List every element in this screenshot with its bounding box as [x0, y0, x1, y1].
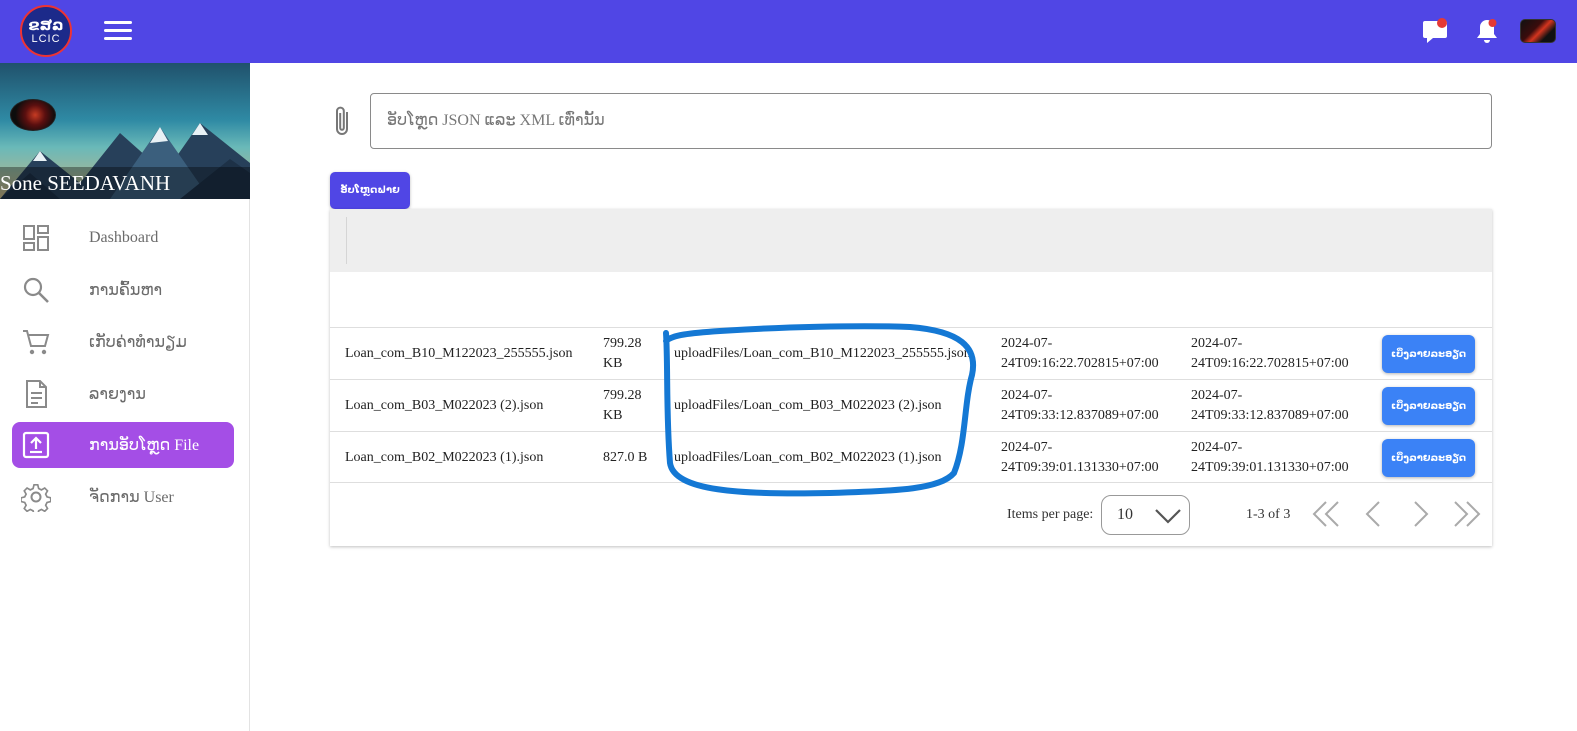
uploaded-files-table: Loan_com_B10_M122023_255555.json 799.28 … — [330, 209, 1492, 546]
file-path-cell: uploadFiles/Loan_com_B02_M022023 (1).jso… — [674, 450, 942, 465]
sidebar-item-user-management[interactable]: ຈັດການ User — [12, 474, 234, 520]
document-icon — [26, 380, 47, 408]
header-divider — [346, 217, 347, 264]
dashboard-icon — [23, 225, 49, 251]
file-size-cell: 799.28 KB — [603, 336, 642, 371]
top-bar: ຂສລ LCIC — [0, 0, 1577, 63]
next-page-icon[interactable] — [1403, 497, 1437, 531]
table-row: Loan_com_B02_M022023 (1).json 827.0 B up… — [330, 431, 1492, 483]
upload-file-input[interactable] — [370, 93, 1492, 149]
table-row: Loan_com_B10_M122023_255555.json 799.28 … — [330, 327, 1492, 379]
profile-banner: Sone SEEDAVANH — [0, 63, 250, 199]
file-size-cell: 799.28 KB — [603, 388, 642, 423]
file-name-cell: Loan_com_B10_M122023_255555.json — [345, 346, 573, 361]
view-details-button[interactable]: ເບິ່ງລາຍລະອຽດ — [1382, 387, 1475, 425]
menu-icon[interactable] — [104, 19, 134, 43]
chat-icon[interactable] — [1422, 17, 1450, 45]
file-size-cell: 827.0 B — [603, 450, 648, 465]
first-page-icon[interactable] — [1310, 497, 1344, 531]
sidebar-item-label: ເກັບຄ່າທຳນຽມ — [89, 334, 187, 351]
updated-at-cell: 2024-07-24T09:16:22.702815+07:00 — [1191, 336, 1349, 371]
upload-icon — [22, 431, 50, 459]
table-header — [330, 209, 1492, 272]
sidebar-item-fees[interactable]: ເກັບຄ່າທຳນຽມ — [12, 319, 234, 365]
last-page-icon[interactable] — [1449, 497, 1483, 531]
paperclip-icon[interactable] — [330, 104, 356, 138]
updated-at-cell: 2024-07-24T09:39:01.131330+07:00 — [1191, 440, 1349, 475]
paginator: Items per page: 10 1-3 of 3 — [330, 483, 1492, 546]
created-at-cell: 2024-07-24T09:33:12.837089+07:00 — [1001, 388, 1159, 423]
sidebar-item-label: Dashboard — [89, 229, 159, 246]
logo-latin-text: LCIC — [31, 32, 61, 45]
sidebar-item-upload-file[interactable]: ການອັບໂຫຼດ File — [12, 422, 234, 468]
page-range-label: 1-3 of 3 — [1246, 507, 1291, 522]
logo-lao-text: ຂສລ — [28, 15, 64, 34]
file-name-cell: Loan_com_B02_M022023 (1).json — [345, 450, 544, 465]
user-avatar[interactable] — [1520, 19, 1556, 43]
file-path-cell: uploadFiles/Loan_com_B03_M022023 (2).jso… — [674, 398, 942, 413]
sidebar-item-label: ການອັບໂຫຼດ File — [89, 437, 200, 454]
table-row: Loan_com_B03_M022023 (2).json 799.28 KB … — [330, 379, 1492, 431]
file-name-cell: Loan_com_B03_M022023 (2).json — [345, 398, 544, 413]
created-at-cell: 2024-07-24T09:16:22.702815+07:00 — [1001, 336, 1159, 371]
view-details-button[interactable]: ເບິ່ງລາຍລະອຽດ — [1382, 439, 1475, 477]
chevron-down-icon — [1155, 509, 1181, 524]
profile-user-name: Sone SEEDAVANH — [0, 167, 250, 199]
updated-at-cell: 2024-07-24T09:33:12.837089+07:00 — [1191, 388, 1349, 423]
profile-avatar[interactable] — [10, 99, 56, 131]
lcic-logo[interactable]: ຂສລ LCIC — [20, 5, 72, 57]
sidebar-item-label: ລາຍງານ — [89, 386, 146, 403]
sidebar-item-dashboard[interactable]: Dashboard — [12, 215, 234, 261]
previous-page-icon[interactable] — [1357, 497, 1391, 531]
gear-icon — [21, 483, 51, 512]
sidebar-item-label: ການຄົ້ນຫາ — [89, 282, 163, 299]
sidebar-item-label: ຈັດການ User — [89, 489, 174, 506]
upload-file-button[interactable]: ອັບໂຫຼດຟາຍ — [330, 172, 410, 209]
sidebar-item-reports[interactable]: ລາຍງານ — [12, 371, 234, 417]
created-at-cell: 2024-07-24T09:39:01.131330+07:00 — [1001, 440, 1159, 475]
items-per-page-value: 10 — [1117, 506, 1133, 523]
items-per-page-label: Items per page: — [1007, 507, 1094, 522]
sidebar: Sone SEEDAVANH Dashboard ການຄົ້ນຫາ ເກັບຄ… — [0, 63, 250, 731]
file-path-cell: uploadFiles/Loan_com_B10_M122023_255555.… — [674, 346, 971, 361]
items-per-page-select[interactable]: 10 — [1101, 495, 1190, 535]
main-content: ອັບໂຫຼດຟາຍ Loan_com_B10_M122023_255555.j… — [251, 63, 1577, 731]
search-icon — [23, 277, 49, 303]
bell-icon[interactable] — [1473, 16, 1501, 46]
view-details-button[interactable]: ເບິ່ງລາຍລະອຽດ — [1382, 335, 1475, 373]
cart-icon — [23, 330, 50, 355]
sidebar-item-search[interactable]: ການຄົ້ນຫາ — [12, 267, 234, 313]
